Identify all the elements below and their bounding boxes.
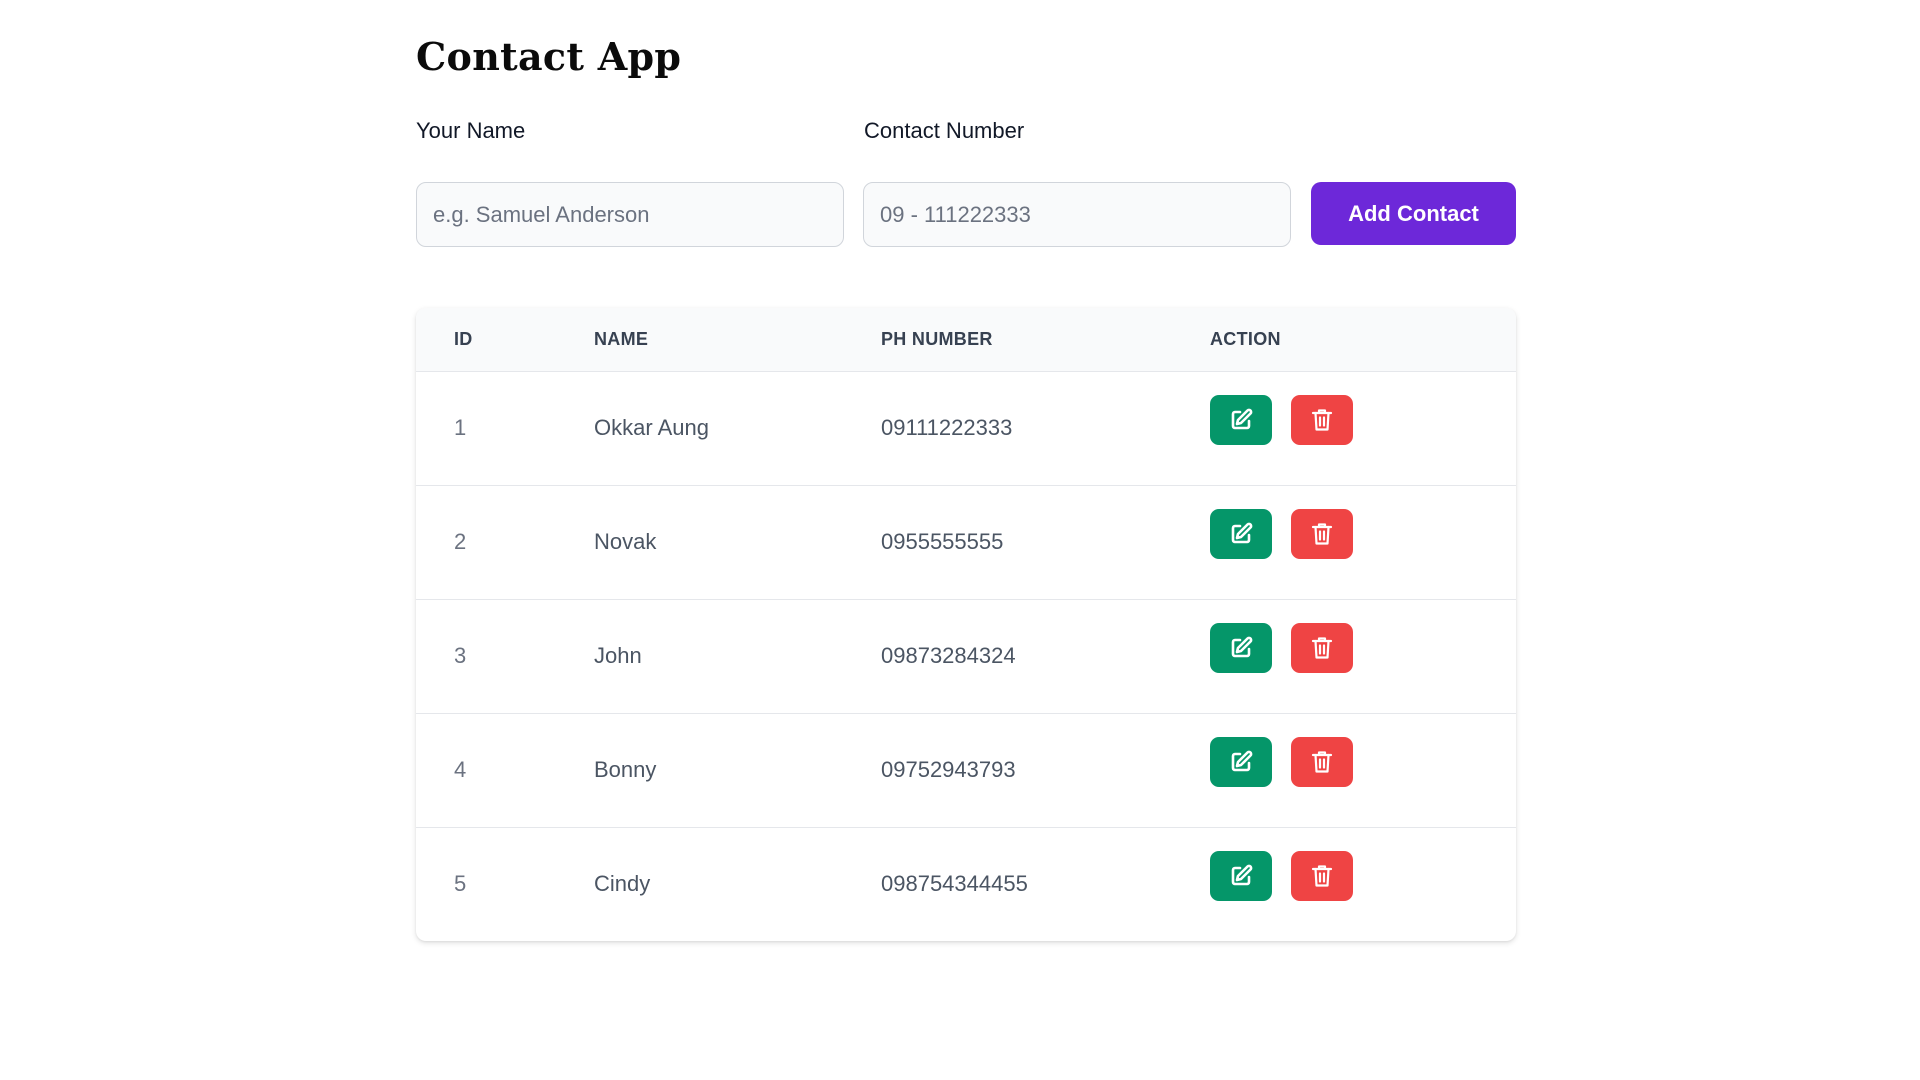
table-row: 1 Okkar Aung 09111222333	[416, 371, 1516, 485]
trash-icon	[1310, 521, 1334, 547]
table-row: 2 Novak 0955555555	[416, 485, 1516, 599]
table-body: 1 Okkar Aung 09111222333 2 Novak 0955555…	[416, 371, 1516, 941]
row-actions	[1210, 371, 1516, 485]
table-row: 4 Bonny 09752943793	[416, 713, 1516, 827]
page-title: Contact App	[416, 34, 682, 79]
edit-button[interactable]	[1210, 395, 1272, 445]
trash-icon	[1310, 407, 1334, 433]
row-name: Cindy	[594, 871, 651, 897]
contacts-table-card: ID NAME PH NUMBER ACTION 1 Okkar Aung 09…	[416, 308, 1516, 941]
row-name: Bonny	[594, 757, 657, 782]
row-id: 4	[454, 757, 467, 782]
row-phone: 0955555555	[881, 529, 1004, 554]
row-actions	[1210, 713, 1516, 827]
row-actions	[1210, 827, 1516, 941]
row-phone: 09111222333	[881, 415, 1013, 440]
row-name: Novak	[594, 529, 657, 554]
contacts-table: ID NAME PH NUMBER ACTION 1 Okkar Aung 09…	[416, 308, 1516, 941]
action-buttons	[1210, 395, 1516, 445]
table-row: 3 John 09873284324	[416, 599, 1516, 713]
edit-button[interactable]	[1210, 737, 1272, 787]
row-id: 5	[454, 871, 467, 897]
edit-icon	[1229, 750, 1253, 774]
delete-button[interactable]	[1291, 509, 1353, 559]
edit-icon	[1229, 864, 1253, 888]
delete-button[interactable]	[1291, 851, 1353, 902]
edit-icon	[1229, 408, 1253, 432]
header-id: ID	[454, 328, 473, 349]
row-name: Okkar Aung	[594, 415, 709, 440]
delete-button[interactable]	[1291, 737, 1353, 787]
action-buttons	[1210, 509, 1516, 559]
phone-label: Contact Number	[864, 118, 1025, 143]
row-actions	[1210, 599, 1516, 713]
edit-icon	[1229, 636, 1253, 660]
trash-icon	[1310, 749, 1334, 775]
name-label: Your Name	[416, 118, 526, 143]
edit-button[interactable]	[1210, 509, 1272, 559]
row-id: 3	[454, 643, 467, 668]
action-buttons	[1210, 623, 1516, 673]
row-id: 1	[454, 415, 467, 440]
table-header-row: ID NAME PH NUMBER ACTION	[416, 308, 1516, 371]
action-buttons	[1210, 851, 1516, 902]
table-row: 5 Cindy 098754344455	[416, 827, 1516, 941]
add-contact-button[interactable]: Add Contact	[1311, 182, 1516, 245]
header-phone: PH NUMBER	[881, 328, 993, 349]
delete-button[interactable]	[1291, 623, 1353, 673]
table-header: ID NAME PH NUMBER ACTION	[416, 308, 1516, 371]
edit-button[interactable]	[1210, 623, 1272, 673]
row-actions	[1210, 485, 1516, 599]
trash-icon	[1310, 863, 1334, 889]
trash-icon	[1310, 635, 1334, 661]
row-phone: 09873284324	[881, 643, 1016, 668]
phone-input[interactable]	[863, 182, 1291, 247]
row-phone: 09752943793	[881, 757, 1016, 782]
name-input[interactable]	[416, 182, 844, 247]
header-name: NAME	[594, 328, 649, 349]
edit-icon	[1229, 522, 1253, 546]
row-phone: 098754344455	[881, 871, 1028, 897]
edit-button[interactable]	[1210, 851, 1272, 902]
row-name: John	[594, 643, 642, 668]
header-action: ACTION	[1210, 328, 1281, 349]
delete-button[interactable]	[1291, 395, 1353, 445]
row-id: 2	[454, 529, 467, 554]
action-buttons	[1210, 737, 1516, 787]
